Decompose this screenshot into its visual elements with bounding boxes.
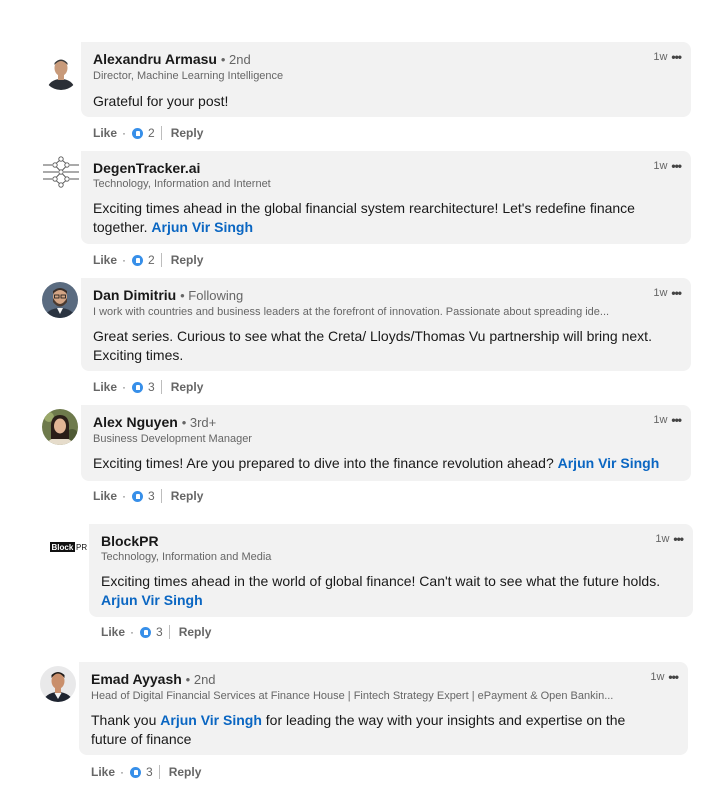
comment-bubble: Dan Dimitriu • Following I work with cou… [81, 278, 691, 371]
reply-button[interactable]: Reply [169, 765, 202, 779]
more-options-icon[interactable]: ••• [671, 159, 682, 173]
like-button[interactable]: Like [93, 489, 117, 503]
avatar[interactable] [43, 54, 79, 90]
like-reaction-icon[interactable] [139, 625, 153, 639]
reaction-count[interactable]: 2 [148, 253, 155, 267]
connection-degree: • 2nd [185, 672, 216, 687]
reply-button[interactable]: Reply [171, 126, 204, 140]
comment-time: 1w [653, 160, 668, 172]
connection-degree: • 3rd+ [181, 415, 217, 430]
mention-link[interactable]: Arjun Vir Singh [558, 455, 660, 471]
blockpr-logo-icon: Block PR [50, 542, 87, 552]
comment-actions: Like · 3 Reply [91, 765, 202, 779]
avatar[interactable] [41, 155, 81, 189]
comment-text: Exciting times ahead in the global finan… [93, 200, 635, 235]
commenter-name[interactable]: DegenTracker.ai [93, 160, 200, 176]
mention-link[interactable]: Arjun Vir Singh [101, 592, 203, 608]
commenter-headline: Technology, Information and Media [101, 551, 272, 563]
reaction-count[interactable]: 2 [148, 126, 155, 140]
comment-time: 1w [653, 287, 668, 299]
comment-text: Thank you Arjun Vir Singh for leading th… [91, 712, 626, 747]
divider [160, 489, 162, 503]
comment-text: Grateful for your post! [93, 93, 229, 109]
like-reaction-icon[interactable] [131, 380, 145, 394]
commenter-name[interactable]: Alexandru Armasu [93, 51, 217, 67]
reaction-count[interactable]: 3 [146, 765, 153, 779]
comment-text: Great series. Curious to see what the Cr… [93, 328, 652, 363]
like-button[interactable]: Like [93, 126, 117, 140]
comment-bubble: Alex Nguyen • 3rd+ Business Development … [81, 405, 691, 481]
svg-text:Block: Block [52, 543, 74, 552]
like-button[interactable]: Like [93, 380, 117, 394]
reaction-count[interactable]: 3 [148, 489, 155, 503]
comment-actions: Like · 3 Reply [93, 489, 204, 503]
divider [160, 126, 162, 140]
commenter-headline: Director, Machine Learning Intelligence [93, 70, 284, 82]
more-options-icon[interactable]: ••• [671, 50, 682, 64]
comment-actions: Like · 3 Reply [101, 625, 212, 639]
reaction-count[interactable]: 3 [148, 380, 155, 394]
more-options-icon[interactable]: ••• [671, 413, 682, 427]
comment-bubble: Emad Ayyash • 2nd Head of Digital Financ… [79, 662, 688, 755]
commenter-headline: Business Development Manager [93, 433, 252, 445]
like-reaction-icon[interactable] [131, 126, 145, 140]
mention-link[interactable]: Arjun Vir Singh [160, 712, 262, 728]
comment-bubble: Alexandru Armasu • 2nd Director, Machine… [81, 42, 691, 117]
svg-text:PR: PR [76, 543, 87, 552]
comment-bubble: BlockPR Technology, Information and Medi… [89, 524, 693, 617]
comment-actions: Like · 2 Reply [93, 126, 204, 140]
comment-time: 1w [655, 533, 670, 545]
divider [160, 253, 162, 267]
divider [160, 380, 162, 394]
avatar[interactable] [42, 282, 78, 318]
commenter-headline: Technology, Information and Internet [93, 178, 271, 190]
reply-button[interactable]: Reply [179, 625, 212, 639]
comment-actions: Like · 2 Reply [93, 253, 204, 267]
like-reaction-icon[interactable] [131, 253, 145, 267]
connection-degree: • Following [180, 288, 244, 303]
more-options-icon[interactable]: ••• [668, 670, 679, 684]
divider [158, 765, 160, 779]
commenter-name[interactable]: Emad Ayyash [91, 671, 182, 687]
reaction-count[interactable]: 3 [156, 625, 163, 639]
commenter-headline: I work with countries and business leade… [93, 306, 610, 318]
avatar[interactable] [42, 409, 78, 445]
comment-text: Exciting times ahead in the world of glo… [101, 573, 661, 608]
reply-button[interactable]: Reply [171, 489, 204, 503]
like-button[interactable]: Like [101, 625, 125, 639]
avatar[interactable] [40, 666, 76, 702]
comment-time: 1w [653, 414, 668, 426]
more-options-icon[interactable]: ••• [673, 532, 684, 546]
mention-link[interactable]: Arjun Vir Singh [151, 219, 253, 235]
reply-button[interactable]: Reply [171, 380, 204, 394]
commenter-name[interactable]: Alex Nguyen [93, 414, 178, 430]
comment-time: 1w [653, 51, 668, 63]
more-options-icon[interactable]: ••• [671, 286, 682, 300]
commenter-name[interactable]: Dan Dimitriu [93, 287, 176, 303]
connection-degree: • 2nd [220, 52, 251, 67]
comment-time: 1w [650, 671, 665, 683]
divider [168, 625, 170, 639]
like-button[interactable]: Like [93, 253, 117, 267]
like-reaction-icon[interactable] [131, 489, 145, 503]
like-button[interactable]: Like [91, 765, 115, 779]
comment-actions: Like · 3 Reply [93, 380, 204, 394]
comment-bubble: DegenTracker.ai Technology, Information … [81, 151, 691, 244]
comment-text: Exciting times! Are you prepared to dive… [93, 455, 660, 471]
commenter-name[interactable]: BlockPR [101, 533, 159, 549]
reply-button[interactable]: Reply [171, 253, 204, 267]
commenter-headline: Head of Digital Financial Services at Fi… [91, 690, 614, 702]
company-logo[interactable]: Block PR [50, 540, 88, 552]
like-reaction-icon[interactable] [129, 765, 143, 779]
